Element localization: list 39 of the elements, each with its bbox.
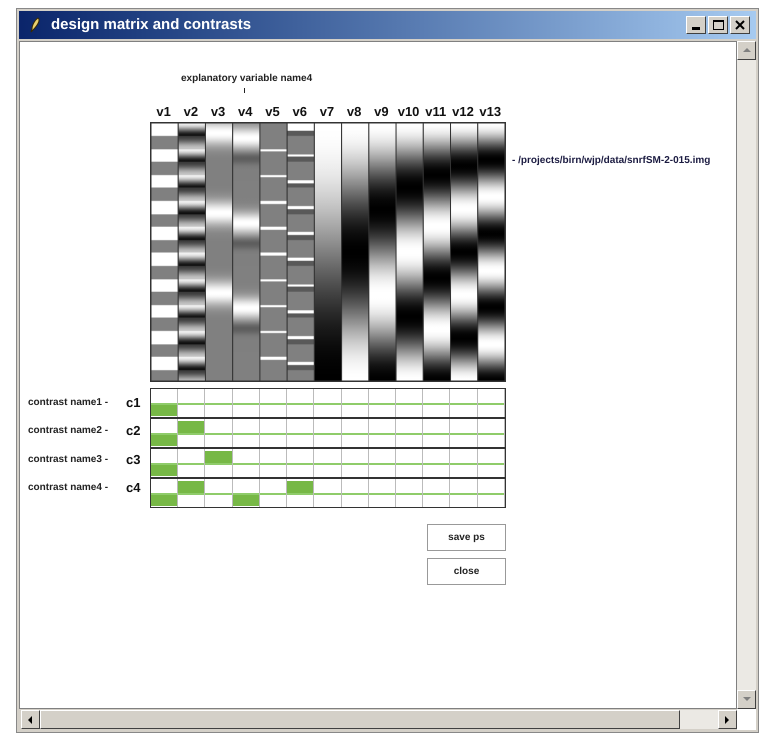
scroll-up-button[interactable] [737,41,756,60]
contrast-name: contrast name4 - [28,481,110,496]
contrast-label: c4 [126,479,140,497]
close-icon [735,20,745,30]
column-label: v8 [346,104,362,119]
scroll-down-button[interactable] [737,690,756,709]
column-label: v10 [396,104,420,119]
column-label: v7 [318,104,336,119]
column-label: v1 [155,104,172,119]
contrast-label: c2 [126,422,140,440]
column-label: v12 [451,104,475,119]
contrast-label: c3 [126,450,140,468]
variable-name-label: explanatory variable name4 [181,73,312,85]
maximize-button[interactable] [708,16,728,34]
scroll-right-button[interactable] [718,710,737,729]
contrast-label: c1 [126,394,140,412]
image-path-label: - /projects/birn/wjp/data/snrfSM-2-015.img [512,154,710,168]
column-label: v11 [424,104,448,119]
column-label: v4 [237,104,254,119]
contrast-name: contrast name1 - [28,396,110,410]
maximize-icon [712,20,724,30]
close-button[interactable] [730,16,750,34]
column-label: v2 [182,104,200,119]
column-label: v3 [210,104,226,119]
action-button[interactable]: save ps [427,524,506,551]
scroll-left-button[interactable] [21,710,40,729]
column-label: v9 [373,104,390,119]
scrollbar-corner [737,709,756,730]
window-title: design matrix and contrasts [51,14,252,35]
column-label: v5 [264,104,281,119]
contrast-name: contrast name3 - [28,452,110,467]
minimize-button[interactable] [686,16,706,34]
contrast-name: contrast name2 - [28,424,110,438]
scrollbar-thumb[interactable] [40,710,680,729]
action-button[interactable]: close [427,558,506,585]
minimize-icon [692,27,700,30]
variable-tick [244,88,245,93]
column-label: v6 [291,104,308,119]
column-label: v13 [478,104,502,119]
